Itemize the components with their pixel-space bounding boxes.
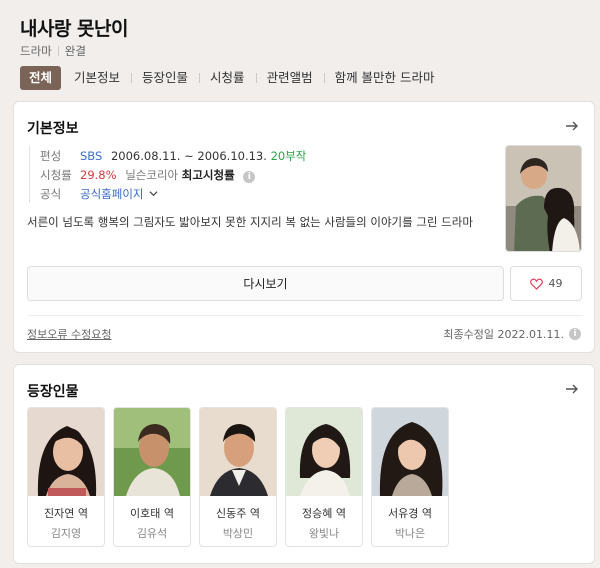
cast-member[interactable]: 정승혜 역 왕빛나 (285, 407, 363, 547)
tab-all[interactable]: 전체 (20, 66, 62, 90)
tab-albums[interactable]: 관련앨범 (255, 66, 324, 90)
last-modified: 최종수정일 2022.01.11. i (443, 326, 581, 342)
rating-value: 29.8% (80, 167, 117, 182)
cast-photo (286, 408, 362, 496)
rating-source: 닐슨코리아 (125, 167, 179, 182)
arrow-right-icon[interactable] (564, 381, 580, 397)
ratings-label: 시청률 (40, 167, 72, 182)
cast-photo (200, 408, 276, 496)
broadcast-row: 편성 SBS 2006.08.11. ~ 2006.10.13. 20부작 (40, 146, 306, 165)
header: 내사랑 못난이 드라마 완결 전체 기본정보 등장인물 시청률 관련앨범 함께 볼… (0, 0, 600, 94)
info-icon[interactable]: i (243, 170, 256, 183)
like-button[interactable]: 49 (510, 266, 582, 301)
cast-actor: 김유석 (136, 527, 168, 540)
cast-role: 서유경 역 (388, 507, 432, 520)
tab-cast[interactable]: 등장인물 (131, 66, 199, 90)
cast-role: 이호태 역 (130, 507, 174, 520)
cast-member[interactable]: 진자연 역 김지영 (27, 407, 105, 547)
last-modified-text: 최종수정일 2022.01.11. (443, 328, 564, 341)
episodes-count: 20부작 (270, 148, 307, 163)
tab-related-dramas[interactable]: 함께 볼만한 드라마 (323, 66, 446, 90)
page-title: 내사랑 못난이 (20, 18, 129, 40)
heart-icon (529, 278, 543, 290)
broadcast-label: 편성 (40, 148, 62, 163)
tab-ratings[interactable]: 시청률 (199, 66, 256, 90)
report-error-link[interactable]: 정보오류 수정요청 (27, 326, 111, 342)
basic-info-title: 기본정보 (27, 121, 79, 137)
meta-divider (57, 46, 59, 56)
poster-image[interactable] (505, 145, 582, 252)
cast-actor: 박나은 (394, 527, 426, 540)
broadcast-period: 2006.08.11. ~ 2006.10.13. (110, 148, 267, 163)
cast-title: 등장인물 (27, 384, 79, 400)
genre-text: 드라마 (20, 44, 52, 58)
cast-role: 진자연 역 (44, 507, 88, 520)
tab-basic-info[interactable]: 기본정보 (63, 66, 131, 90)
cast-member[interactable]: 이호태 역 김유석 (113, 407, 191, 547)
cast-role: 정승혜 역 (302, 507, 346, 520)
official-row: 공식 공식홈페이지 (40, 184, 306, 203)
cast-member[interactable]: 서유경 역 박나은 (371, 407, 449, 547)
cast-list: 진자연 역 김지영 이호태 역 김유석 신동주 역 박상민 정승혜 역 왕빛나 … (27, 407, 449, 547)
official-homepage-link[interactable]: 공식홈페이지 (80, 186, 143, 202)
rating-type: 최고시청률 (181, 167, 235, 182)
arrow-right-icon[interactable] (564, 118, 580, 134)
cast-photo (28, 408, 104, 496)
description: 서른이 넘도록 행복의 그림자도 밟아보지 못한 지지리 복 없는 사람들의 이… (27, 215, 473, 229)
cast-actor: 김지영 (50, 527, 82, 540)
status-text: 완결 (64, 44, 86, 58)
channel-link[interactable]: SBS (80, 149, 102, 163)
cast-card: 등장인물 진자연 역 김지영 이호태 역 김유석 신동주 역 박상민 정승혜 역… (13, 364, 595, 564)
info-table: 편성 SBS 2006.08.11. ~ 2006.10.13. 20부작 시청… (29, 146, 306, 203)
watch-again-button[interactable]: 다시보기 (27, 266, 504, 301)
cast-photo (372, 408, 448, 496)
cast-role: 신동주 역 (216, 507, 260, 520)
tab-bar: 전체 기본정보 등장인물 시청률 관련앨범 함께 볼만한 드라마 (20, 66, 446, 90)
info-icon[interactable]: i (569, 328, 581, 340)
cast-actor: 박상민 (222, 527, 254, 540)
basic-info-card: 기본정보 편성 SBS 2006.08.11. ~ 2006.10.13. 20… (13, 101, 595, 353)
cast-member[interactable]: 신동주 역 박상민 (199, 407, 277, 547)
meta-info: 드라마 완결 (20, 43, 86, 59)
poster-illustration (506, 146, 581, 251)
divider (27, 315, 583, 316)
official-label: 공식 (40, 186, 62, 201)
chevron-down-icon[interactable] (149, 189, 158, 198)
cast-photo (114, 408, 190, 496)
cast-actor: 왕빛나 (308, 527, 340, 540)
ratings-row: 시청률 29.8% 닐슨코리아 최고시청률 i (40, 165, 306, 184)
like-count: 49 (548, 277, 563, 290)
